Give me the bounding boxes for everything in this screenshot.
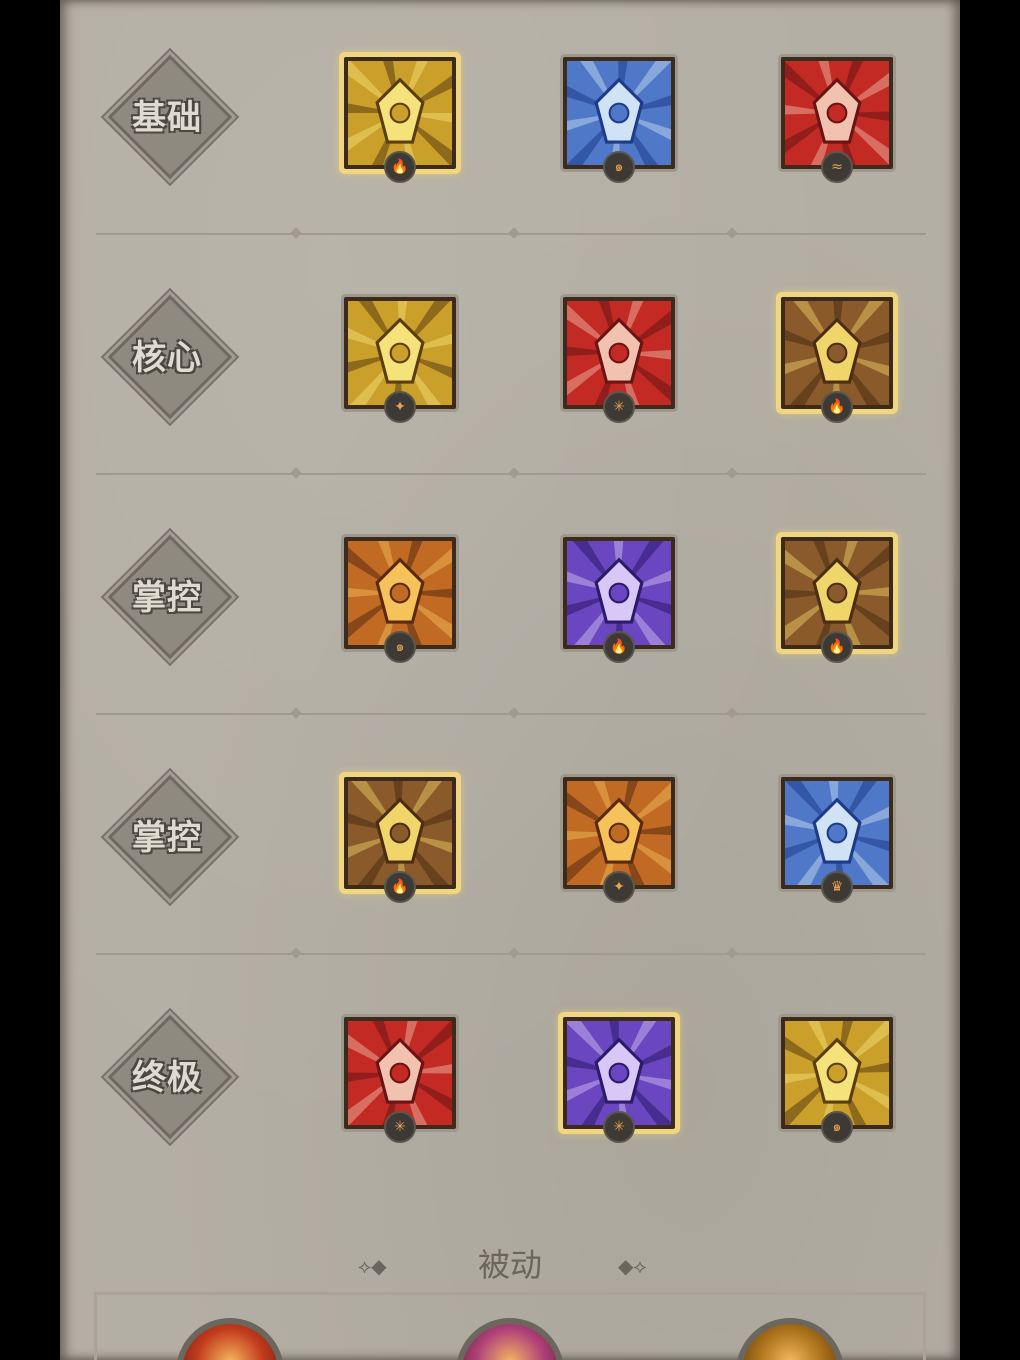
skill-art-icon — [348, 541, 452, 645]
skill-tree-panel: 基础 🔥 ๑ ≈ 核心 ✦ ✳ 🔥 掌控 ๑ 🔥 🔥 掌控 🔥 ✦ ♛ 终极 ✳ ✳ ๑ ⟡◆ 被动 ◆⟡ — [60, 0, 960, 1360]
spike-rune-icon: ✳ — [603, 391, 635, 423]
skill-art-icon — [567, 301, 671, 405]
dragon-fury-skill[interactable]: ✳ — [338, 1011, 462, 1143]
skill-tier-row: 核心 ✦ ✳ 🔥 — [60, 235, 960, 479]
tier-label: 掌控 — [132, 577, 202, 618]
golden-axe-skill[interactable]: 🔥 — [338, 51, 462, 183]
iron-fist-skill[interactable]: 🔥 — [338, 771, 462, 903]
skill-art-icon — [567, 541, 671, 645]
passive-header: ⟡◆ 被动 ◆⟡ — [60, 1240, 960, 1290]
skill-art-icon — [567, 61, 671, 165]
crown-rune-icon: ♛ — [821, 871, 853, 903]
skill-art-icon — [348, 781, 452, 885]
war-cry-skill[interactable]: ✦ — [557, 771, 681, 903]
skill-tier-row: 终极 ✳ ✳ ๑ — [60, 955, 960, 1195]
ground-slam-skill[interactable]: 🔥 — [775, 531, 899, 663]
swirl-rune-icon: ๑ — [603, 151, 635, 183]
spike-rune-icon: ✳ — [603, 1111, 635, 1143]
skill-art-icon — [348, 1021, 452, 1125]
tier-badge: 核心 — [107, 294, 233, 420]
skill-art-icon — [785, 781, 889, 885]
totem-skill[interactable]: 🔥 — [775, 291, 899, 423]
flame-rune-icon: 🔥 — [384, 151, 416, 183]
tier-badge: 基础 — [107, 54, 233, 180]
tier-label: 终极 — [132, 1057, 202, 1098]
flame-rune-icon: 🔥 — [603, 631, 635, 663]
red-hammer-skill[interactable]: ≈ — [775, 51, 899, 183]
tier-badge: 掌控 — [107, 534, 233, 660]
whirlwind-skill[interactable]: ✦ — [338, 291, 462, 423]
flame-rune-icon: 🔥 — [821, 391, 853, 423]
frost-blade-skill[interactable]: ๑ — [557, 51, 681, 183]
demon-form-skill[interactable]: ✳ — [557, 1011, 681, 1143]
star-rune-icon: ✦ — [603, 871, 635, 903]
spike-rune-icon: ✳ — [384, 1111, 416, 1143]
passive-title: 被动 — [477, 1246, 542, 1284]
void-burst-skill[interactable]: 🔥 — [557, 531, 681, 663]
skill-art-icon — [348, 61, 452, 165]
flame-rune-icon: 🔥 — [384, 871, 416, 903]
skill-art-icon — [785, 541, 889, 645]
skill-art-icon — [348, 301, 452, 405]
swirl-rune-icon: ๑ — [384, 631, 416, 663]
tier-label: 核心 — [132, 337, 202, 378]
skill-art-icon — [567, 1021, 671, 1125]
swirl-rune-icon: ๑ — [821, 1111, 853, 1143]
skill-tier-row: 掌控 ๑ 🔥 🔥 — [60, 475, 960, 719]
skill-art-icon — [785, 1021, 889, 1125]
frost-cry-skill[interactable]: ♛ — [775, 771, 899, 903]
ornament-right-icon: ◆⟡ — [618, 1254, 647, 1278]
comet-strike-skill[interactable]: ๑ — [338, 531, 462, 663]
tier-badge: 终极 — [107, 1014, 233, 1140]
tier-badge: 掌控 — [107, 774, 233, 900]
flame-rune-icon: 🔥 — [821, 631, 853, 663]
star-rune-icon: ✦ — [384, 391, 416, 423]
golden-rage-skill[interactable]: ๑ — [775, 1011, 899, 1143]
skill-art-icon — [785, 61, 889, 165]
skill-tier-row: 掌控 🔥 ✦ ♛ — [60, 715, 960, 959]
skill-tier-row: 基础 🔥 ๑ ≈ — [60, 0, 960, 239]
rend-skill[interactable]: ✳ — [557, 291, 681, 423]
tier-label: 基础 — [132, 97, 202, 138]
skill-art-icon — [785, 301, 889, 405]
wind-rune-icon: ≈ — [821, 151, 853, 183]
ornament-left-icon: ⟡◆ — [358, 1254, 387, 1278]
skill-art-icon — [567, 781, 671, 885]
tier-label: 掌控 — [132, 817, 202, 858]
